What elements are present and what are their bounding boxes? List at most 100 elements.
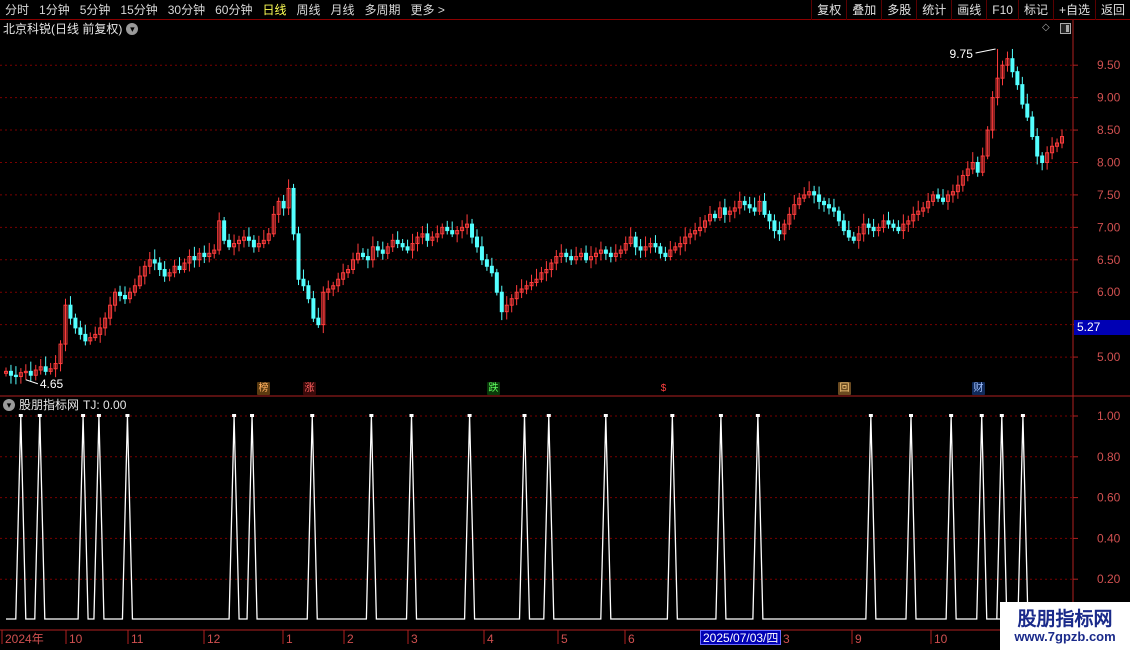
candle-body <box>846 230 851 238</box>
indicator-peak-marker <box>979 414 984 417</box>
indicator-peak-marker <box>718 414 723 417</box>
candle-body <box>569 256 574 261</box>
candle-body <box>360 252 365 258</box>
price-tick-label: 6.00 <box>1097 285 1121 299</box>
candle-body <box>489 265 494 274</box>
candle-body <box>291 187 296 235</box>
candle-body <box>78 327 83 335</box>
indicator-peak-marker <box>81 414 86 417</box>
candle-body <box>227 239 232 248</box>
date-label: 2024年 <box>5 632 44 646</box>
chevron-down-icon[interactable]: ▾ <box>3 399 15 411</box>
date-label: 2 <box>347 632 354 646</box>
candle-body <box>886 220 891 225</box>
candle-body <box>162 269 167 277</box>
event-marker[interactable]: 财 <box>972 382 985 395</box>
candle-body <box>365 256 370 261</box>
candle-body <box>1020 84 1025 105</box>
candle-body <box>831 207 836 212</box>
candle-body <box>866 223 871 228</box>
indicator-peak-marker <box>868 414 873 417</box>
candle-body <box>157 262 162 271</box>
candle-body <box>633 236 638 248</box>
price-tick-label: 6.50 <box>1097 253 1121 267</box>
date-label: 3 <box>411 632 418 646</box>
date-label: 9 <box>855 632 862 646</box>
high-arrow <box>975 48 996 54</box>
candle-body <box>13 374 18 378</box>
candle-body <box>251 239 256 248</box>
high-price-label: 9.75 <box>950 47 974 61</box>
candle-body <box>68 304 73 319</box>
candle-body <box>28 370 33 376</box>
candle-body <box>658 246 663 254</box>
date-label: 3 <box>783 632 790 646</box>
candle-body <box>941 197 946 202</box>
candle-body <box>1030 116 1035 138</box>
candle-body <box>826 204 831 209</box>
candle-body <box>608 252 613 258</box>
candle-body <box>380 249 385 254</box>
candle-body <box>712 213 717 219</box>
indicator-tick-label: 1.00 <box>1097 409 1121 423</box>
kline-chart[interactable]: 9.509.008.508.007.507.006.506.005.505.00… <box>0 0 1130 650</box>
date-label: 6 <box>628 632 635 646</box>
indicator-peak-marker <box>1020 414 1025 417</box>
candle-body <box>405 246 410 251</box>
candle-body <box>246 236 251 241</box>
candle-body <box>152 259 157 264</box>
candle-body <box>1040 155 1045 163</box>
low-price-label: 4.65 <box>40 377 64 391</box>
indicator-peak-marker <box>755 414 760 417</box>
indicator-peak-marker <box>18 414 23 417</box>
price-tick-label: 9.00 <box>1097 91 1121 105</box>
indicator-peak-marker <box>467 414 472 417</box>
candle-body <box>742 200 747 206</box>
event-marker[interactable]: 涨 <box>303 382 316 395</box>
price-tick-label: 8.00 <box>1097 155 1121 169</box>
candle-body <box>584 252 589 261</box>
candle-body <box>1035 136 1040 157</box>
indicator-line <box>6 415 1029 620</box>
candle-body <box>311 298 316 319</box>
candle-body <box>73 317 78 329</box>
indicator-tick-label: 0.60 <box>1097 491 1121 505</box>
price-tick-label: 7.00 <box>1097 220 1121 234</box>
indicator-peak-marker <box>96 414 101 417</box>
candle-body <box>747 204 752 209</box>
indicator-peak-marker <box>999 414 1004 417</box>
candle-body <box>722 207 727 215</box>
date-label: 11 <box>131 632 144 646</box>
candle-body <box>871 226 876 232</box>
candle-body <box>936 194 941 199</box>
event-marker[interactable]: 回 <box>838 382 851 395</box>
indicator-peak-marker <box>908 414 913 417</box>
candle-body <box>445 226 450 232</box>
indicator-tick-label: 0.40 <box>1097 531 1121 545</box>
event-marker[interactable]: $ <box>657 382 670 395</box>
candle-body <box>812 191 817 196</box>
indicator-title-bar: ▾ 股朋指标网 TJ: 0.00 <box>3 398 126 412</box>
event-marker[interactable]: 榜 <box>257 382 270 395</box>
candle-body <box>470 223 475 238</box>
indicator-tick-label: 0.80 <box>1097 450 1121 464</box>
indicator-name: 股朋指标网 <box>19 398 80 412</box>
indicator-peak-marker <box>949 414 954 417</box>
candle-body <box>122 294 127 300</box>
indicator-peak-marker <box>37 414 42 417</box>
watermark-url: www.7gpzb.com <box>1014 629 1116 644</box>
candle-body <box>474 236 479 248</box>
indicator-peak-marker <box>369 414 374 417</box>
event-marker[interactable]: 跌 <box>487 382 500 395</box>
candle-body <box>316 317 321 326</box>
date-label: 12 <box>207 632 221 646</box>
candle-body <box>564 252 569 258</box>
cursor-date-label: 2025/07/03/四 <box>700 630 782 645</box>
date-label: 10 <box>934 632 948 646</box>
candle-body <box>891 223 896 228</box>
candle-body <box>301 278 306 287</box>
candle-body <box>484 259 489 267</box>
candle-body <box>202 252 207 258</box>
indicator-peak-marker <box>250 414 255 417</box>
candle-body <box>762 200 767 215</box>
